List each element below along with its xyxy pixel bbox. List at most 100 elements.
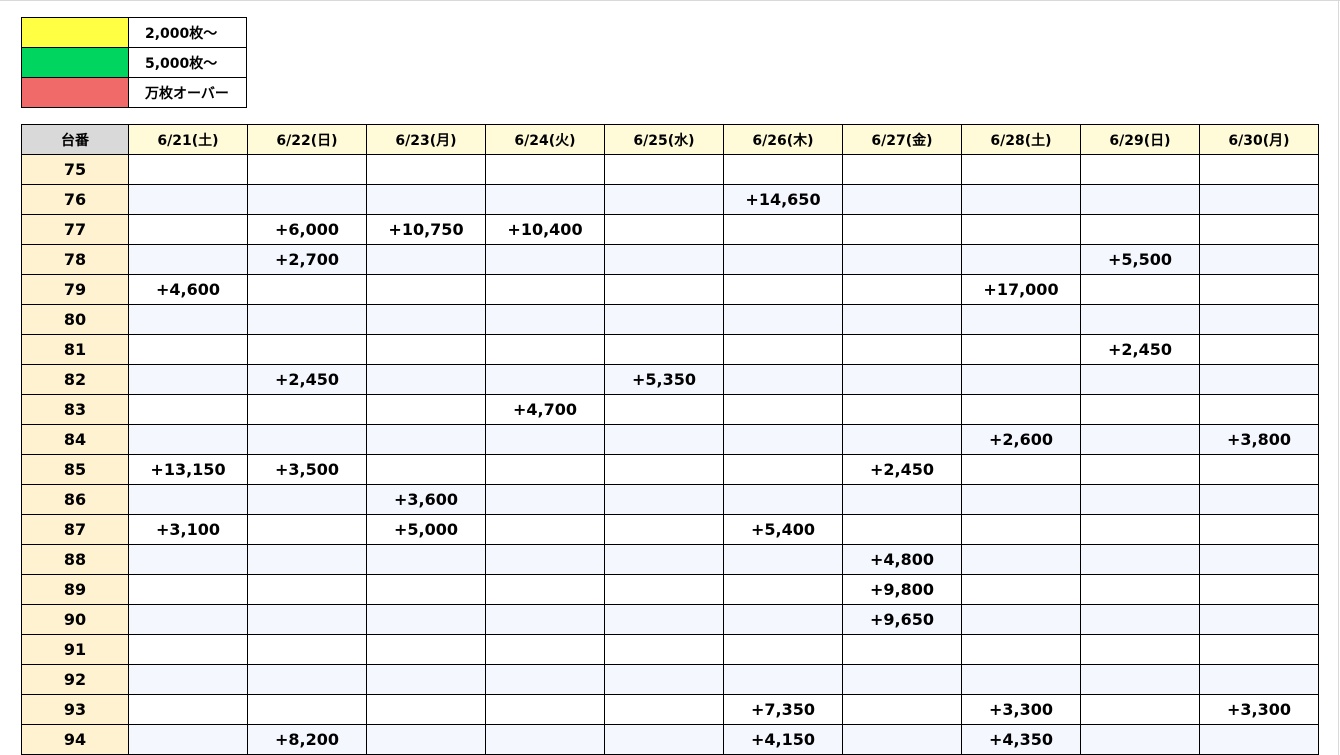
result-cell [485, 244, 605, 275]
result-cell [1080, 694, 1200, 725]
result-cell [128, 634, 248, 665]
result-cell [604, 424, 724, 455]
result-cell: +3,300 [961, 694, 1081, 725]
result-cell [723, 274, 843, 305]
result-cell [366, 274, 486, 305]
result-cell [842, 634, 962, 665]
table-row: 78 +2,700 +5,500 [21, 244, 1319, 275]
result-cell: +10,400 [485, 214, 605, 245]
table-row: 84 +2,600 +3,800 [21, 424, 1319, 455]
result-cell [485, 664, 605, 695]
result-cell: +6,000 [247, 214, 367, 245]
result-cell [604, 304, 724, 335]
result-cell [961, 364, 1081, 395]
date-header: 6/27(金) [842, 124, 962, 155]
result-cell [247, 604, 367, 635]
table-row: 85 +13,150 +3,500 +2,450 [21, 454, 1319, 485]
table-row: 82 +2,450 +5,350 [21, 364, 1319, 395]
result-cell [128, 394, 248, 425]
result-cell [128, 484, 248, 515]
result-cell [1199, 454, 1319, 485]
table-row: 92 [21, 664, 1319, 695]
result-cell [1080, 184, 1200, 215]
result-cell [366, 454, 486, 485]
date-header: 6/24(火) [485, 124, 605, 155]
result-cell [366, 634, 486, 665]
result-cell [604, 484, 724, 515]
result-cell [485, 334, 605, 365]
result-cell [961, 454, 1081, 485]
result-cell [961, 304, 1081, 335]
machine-number: 85 [21, 454, 129, 485]
table-row: 88 +4,800 [21, 544, 1319, 575]
result-cell [1080, 514, 1200, 545]
result-cell [604, 664, 724, 695]
table-row: 80 [21, 304, 1319, 335]
legend-label: 万枚オーバー [128, 77, 247, 108]
result-cell [1199, 664, 1319, 695]
result-cell [485, 514, 605, 545]
result-cell [1080, 664, 1200, 695]
legend-swatch [21, 17, 129, 48]
right-border [1338, 0, 1339, 755]
result-cell [247, 334, 367, 365]
result-cell [723, 364, 843, 395]
result-cell [842, 694, 962, 725]
table-row: 94 +8,200 +4,150 +4,350 [21, 724, 1319, 755]
result-cell [247, 304, 367, 335]
result-cell [604, 274, 724, 305]
result-cell: +4,350 [961, 724, 1081, 755]
result-cell [366, 574, 486, 605]
result-cell [247, 664, 367, 695]
result-cell [961, 634, 1081, 665]
legend-label: 2,000枚～ [128, 17, 247, 48]
result-cell: +13,150 [128, 454, 248, 485]
result-cell [1199, 514, 1319, 545]
legend-row: 2,000枚～ [21, 17, 247, 48]
result-cell [1199, 304, 1319, 335]
result-cell [723, 544, 843, 575]
result-cell [128, 304, 248, 335]
result-cell [604, 514, 724, 545]
result-cell [247, 514, 367, 545]
result-cell: +2,450 [842, 454, 962, 485]
machine-number: 90 [21, 604, 129, 635]
result-cell [842, 184, 962, 215]
result-cell [128, 574, 248, 605]
result-cell [723, 664, 843, 695]
result-cell [961, 544, 1081, 575]
result-cell: +8,200 [247, 724, 367, 755]
result-cell [961, 574, 1081, 605]
machine-number: 92 [21, 664, 129, 695]
result-cell [128, 544, 248, 575]
result-cell [366, 544, 486, 575]
result-cell [961, 484, 1081, 515]
result-cell [1199, 334, 1319, 365]
result-cell [723, 154, 843, 185]
table-row: 90 +9,650 [21, 604, 1319, 635]
result-cell [842, 664, 962, 695]
result-cell [366, 184, 486, 215]
machine-number: 83 [21, 394, 129, 425]
result-cell [485, 454, 605, 485]
result-cell [1080, 214, 1200, 245]
result-cell [1080, 154, 1200, 185]
result-cell [961, 664, 1081, 695]
table-row: 76 +14,650 [21, 184, 1319, 215]
result-cell: +3,500 [247, 454, 367, 485]
result-cell [128, 244, 248, 275]
result-cell: +14,650 [723, 184, 843, 215]
result-cell: +4,150 [723, 724, 843, 755]
result-cell [961, 184, 1081, 215]
result-cell [604, 184, 724, 215]
result-cell [723, 214, 843, 245]
result-cell [485, 154, 605, 185]
machine-number: 80 [21, 304, 129, 335]
result-cell [485, 544, 605, 575]
machine-number: 93 [21, 694, 129, 725]
result-cell [1199, 604, 1319, 635]
date-header: 6/26(木) [723, 124, 843, 155]
result-cell [604, 334, 724, 365]
result-cell [247, 274, 367, 305]
result-cell [485, 364, 605, 395]
